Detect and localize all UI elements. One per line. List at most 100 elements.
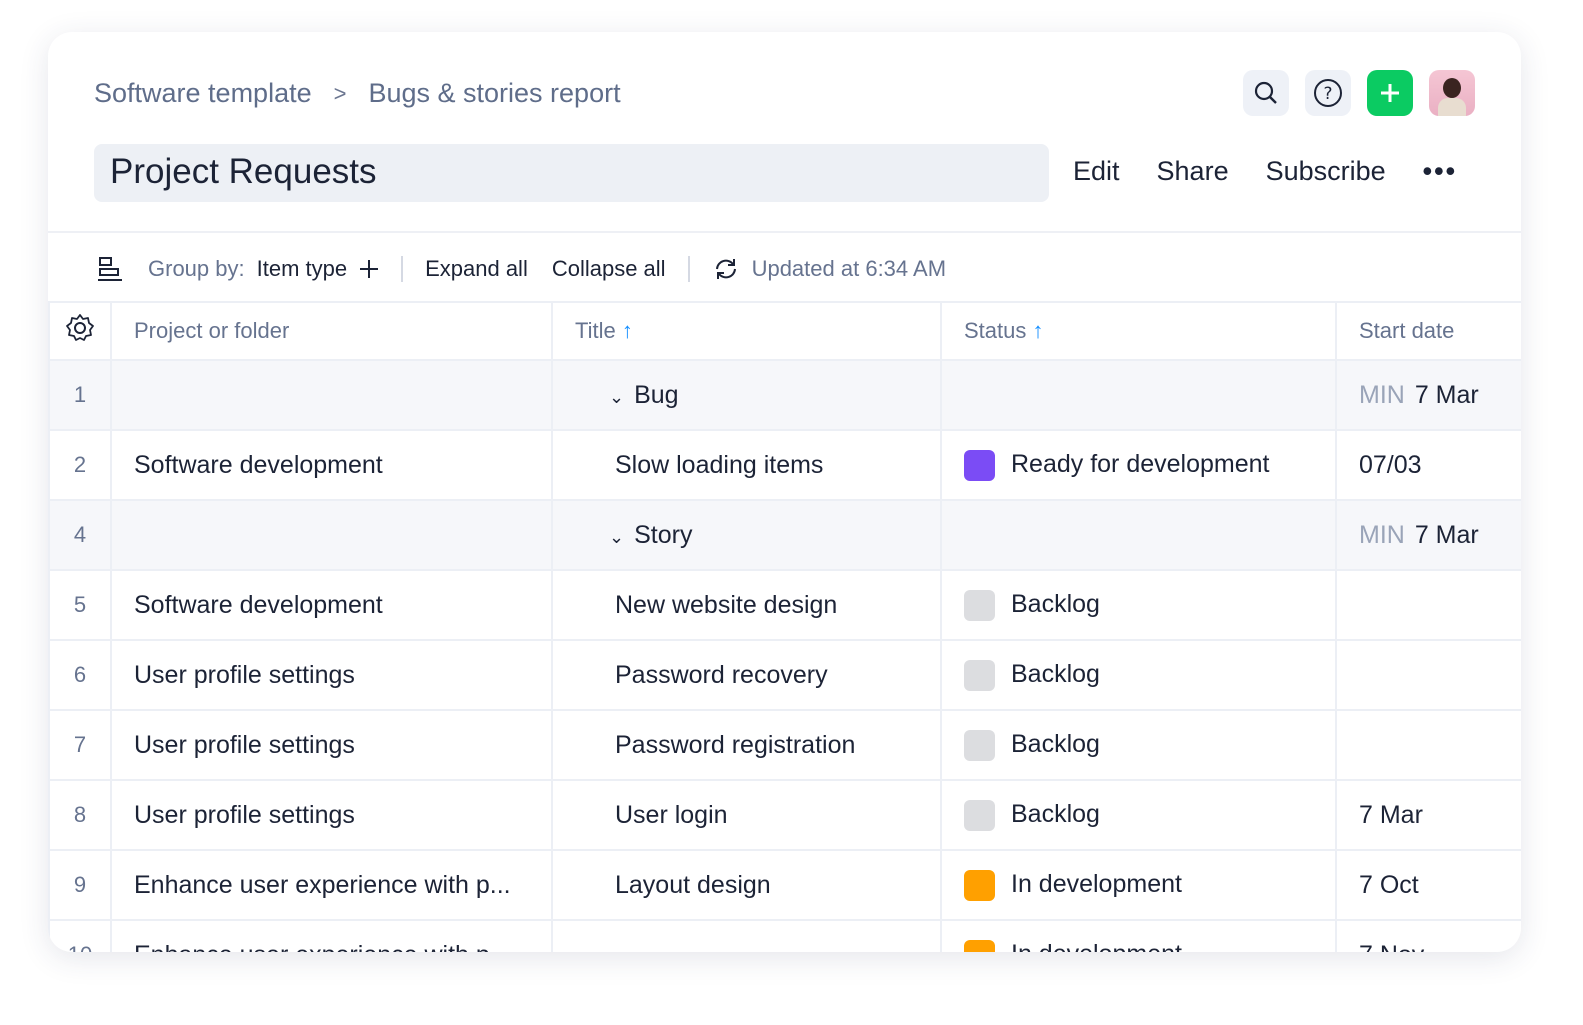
chevron-right-icon: > [333,80,347,106]
title-cell[interactable] [551,919,942,952]
row-number: 5 [48,569,112,641]
project-cell[interactable]: User profile settings [110,639,553,711]
title-cell[interactable]: Password registration [551,709,942,781]
avatar[interactable] [1429,70,1475,116]
group-label: Story [634,520,693,549]
page-title[interactable]: Project Requests [94,144,1049,202]
row-number: 10 [48,919,112,952]
table-row[interactable]: 7 User profile settings Password registr… [48,709,1521,781]
project-cell[interactable]: Software development [110,569,553,641]
column-label: Title [575,318,616,343]
divider [48,231,1521,233]
start-date-cell[interactable] [1335,569,1521,641]
column-status[interactable]: Status ↑ [940,301,1337,361]
start-date-cell[interactable] [1335,639,1521,711]
status-color-swatch [964,449,995,481]
start-date-cell[interactable] [1335,709,1521,781]
column-label: Status [964,318,1027,343]
start-date-cell[interactable]: 7 Mar [1335,779,1521,851]
report-card: Software template > Bugs & stories repor… [48,32,1521,952]
start-date: 7 Mar [1414,380,1479,409]
refresh-icon[interactable] [712,256,740,282]
collapse-all-button[interactable]: Collapse all [552,256,666,282]
start-date-cell: MIN 7 Mar [1335,359,1521,431]
status-color-swatch [964,799,995,831]
settings-button[interactable] [48,301,112,361]
empty-cell [940,499,1337,571]
status-color-swatch [964,869,995,901]
help-button[interactable]: ? [1305,70,1351,116]
title-cell[interactable]: Password recovery [551,639,942,711]
min-label: MIN [1359,380,1405,409]
project-cell[interactable]: Enhance user experience with p... [110,919,553,952]
status-cell[interactable]: In development [940,849,1337,921]
empty-cell [940,359,1337,431]
status-cell[interactable]: Backlog [940,779,1337,851]
column-project[interactable]: Project or folder [110,301,553,361]
group-by-value[interactable]: Item type [257,256,347,282]
start-date-cell: MIN 7 Mar [1335,499,1521,571]
column-label: Project or folder [134,318,290,343]
share-button[interactable]: Share [1157,156,1229,187]
search-button[interactable] [1243,70,1289,116]
start-date-cell[interactable]: 07/03 [1335,429,1521,501]
title-cell[interactable]: Slow loading items [551,429,942,501]
status-cell[interactable]: Backlog [940,569,1337,641]
row-number: 9 [48,849,112,921]
title-cell[interactable]: Layout design [551,849,942,921]
breadcrumb: Software template > Bugs & stories repor… [94,78,621,109]
title-cell[interactable]: User login [551,779,942,851]
status-cell[interactable]: Ready for development [940,429,1337,501]
breadcrumb-software-template[interactable]: Software template [94,78,312,109]
status-cell[interactable]: In development [940,919,1337,952]
group-toggle[interactable]: ⌄ Bug [551,359,942,431]
status-color-swatch [964,729,995,761]
group-toggle[interactable]: ⌄ Story [551,499,942,571]
status-label: In development [1011,869,1182,898]
more-icon[interactable]: ••• [1423,156,1457,187]
column-start-date[interactable]: Start date [1335,301,1521,361]
status-color-swatch [964,939,995,952]
project-cell[interactable]: User profile settings [110,779,553,851]
add-button[interactable] [1367,70,1413,116]
subscribe-button[interactable]: Subscribe [1266,156,1386,187]
group-row[interactable]: 1 ⌄ Bug MIN 7 Mar [48,359,1521,431]
column-label: Start date [1359,318,1455,343]
start-date-cell[interactable]: 7 Oct [1335,849,1521,921]
status-label: Backlog [1011,799,1100,828]
status-label: In development [1011,940,1182,952]
edit-button[interactable]: Edit [1073,156,1120,187]
table-row[interactable]: 5 Software development New website desig… [48,569,1521,641]
plus-icon [1381,84,1399,102]
report-table: Project or folder Title ↑ Status ↑ Start… [48,301,1521,952]
group-row[interactable]: 4 ⌄ Story MIN 7 Mar [48,499,1521,571]
column-title[interactable]: Title ↑ [551,301,942,361]
table-row[interactable]: 9 Enhance user experience with p... Layo… [48,849,1521,921]
start-date-cell[interactable]: 7 Nov [1335,919,1521,952]
status-cell[interactable]: Backlog [940,709,1337,781]
breadcrumb-report[interactable]: Bugs & stories report [368,78,620,109]
project-cell[interactable]: User profile settings [110,709,553,781]
chevron-down-icon: ⌄ [609,526,625,547]
updated-status: Updated at 6:34 AM [751,256,947,281]
plus-icon[interactable] [359,259,379,279]
sort-up-icon: ↑ [1032,318,1044,343]
help-icon: ? [1314,79,1342,107]
title-cell[interactable]: New website design [551,569,942,641]
status-cell[interactable]: Backlog [940,639,1337,711]
separator [687,256,690,282]
empty-cell [110,359,553,431]
empty-cell [110,499,553,571]
table-row[interactable]: 2 Software development Slow loading item… [48,429,1521,501]
project-cell[interactable]: Enhance user experience with p... [110,849,553,921]
group-label: Bug [634,380,679,409]
min-label: MIN [1359,520,1405,549]
table-row[interactable]: 10 Enhance user experience with p... In … [48,919,1521,952]
status-label: Backlog [1011,659,1100,688]
search-icon [1254,81,1277,104]
project-cell[interactable]: Software development [110,429,553,501]
table-row[interactable]: 8 User profile settings User login Backl… [48,779,1521,851]
table-row[interactable]: 6 User profile settings Password recover… [48,639,1521,711]
sort-up-icon: ↑ [621,318,633,343]
expand-all-button[interactable]: Expand all [425,256,528,282]
